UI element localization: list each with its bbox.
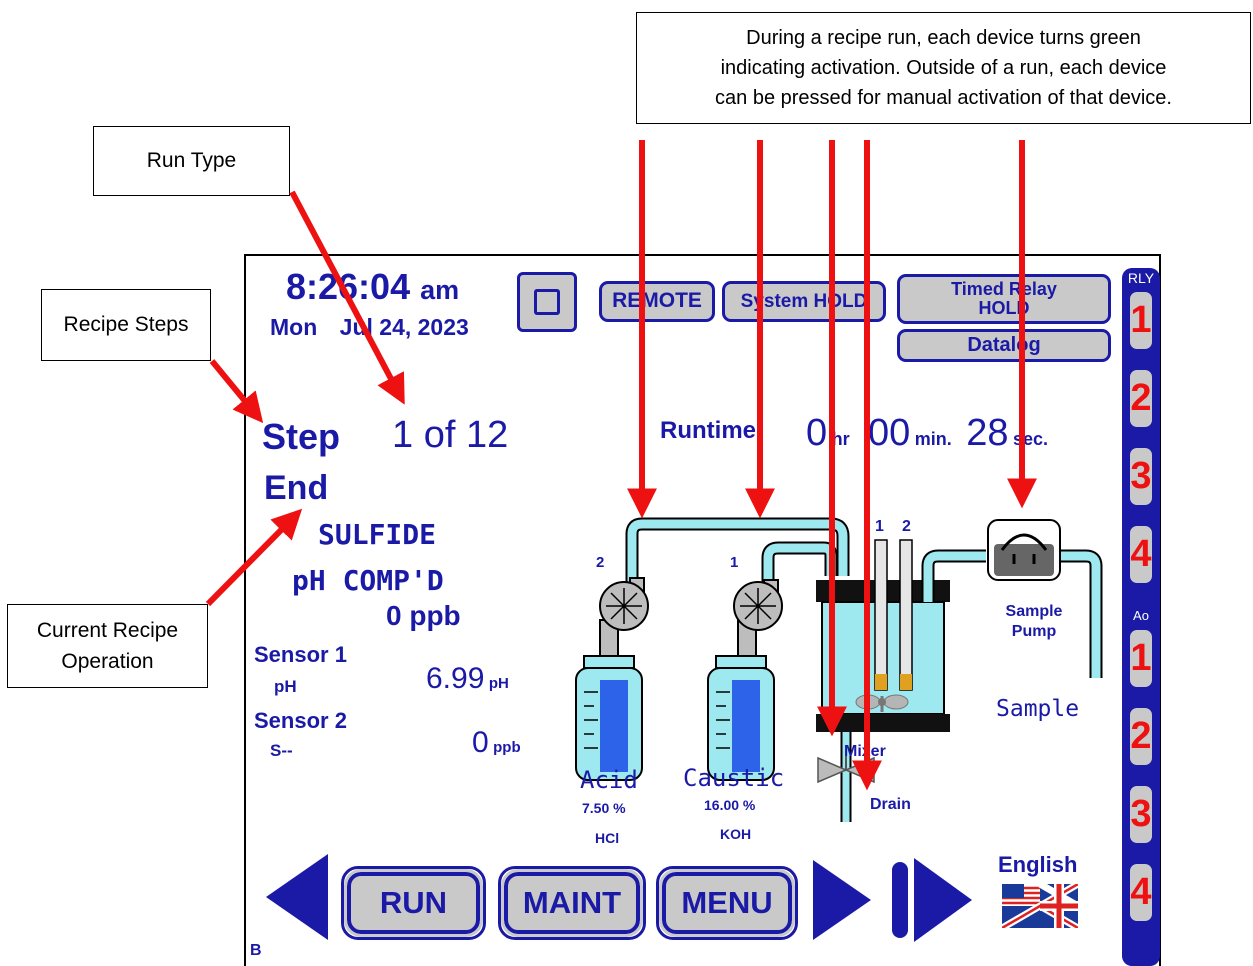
callout-current-recipe-operation: Current Recipe Operation: [7, 604, 208, 688]
operation-line-2: pH COMP'D: [292, 564, 444, 597]
rly-label: RLY: [1127, 270, 1155, 286]
clock: 8:26:04 am: [286, 266, 459, 308]
caustic-chemical: KOH: [720, 826, 752, 842]
step-label: Step: [262, 416, 341, 457]
relay-column: RLY 1 2 3 4 Ao 1 2 3 4: [1122, 268, 1160, 966]
sensor2-name: Sensor 2: [254, 708, 347, 733]
acid-bottle[interactable]: [575, 655, 643, 781]
system-hold-button[interactable]: System HOLD: [722, 281, 886, 322]
sensor1-name: Sensor 1: [254, 642, 347, 667]
ao-2-button[interactable]: 2: [1128, 706, 1154, 767]
remote-button[interactable]: REMOTE: [599, 281, 715, 322]
sensor2-type: S--: [270, 741, 293, 760]
relay-1-button[interactable]: 1: [1128, 290, 1154, 351]
menu-button[interactable]: MENU: [656, 866, 798, 940]
datalog-button[interactable]: Datalog: [897, 329, 1111, 362]
runtime-value: 0 hr 00 min. 28 sec.: [806, 412, 1049, 454]
probe-1-label: 1: [875, 518, 884, 535]
date-day: Mon: [270, 314, 318, 340]
runtime-label: Runtime: [660, 417, 756, 444]
ao-4-button[interactable]: 4: [1128, 862, 1154, 923]
sensor1-type: pH: [274, 677, 297, 696]
probe-2-label: 2: [902, 518, 911, 535]
callout-recipe-steps: Recipe Steps: [41, 289, 211, 361]
callout-run-type: Run Type: [93, 126, 290, 196]
caustic-bottle[interactable]: [707, 655, 775, 781]
ao-3-button[interactable]: 3: [1128, 784, 1154, 845]
run-button[interactable]: RUN: [341, 866, 486, 940]
callout-device-activation: During a recipe run, each device turns g…: [636, 12, 1251, 124]
stop-button[interactable]: [517, 272, 577, 332]
operation-line-3: 0 ppb: [386, 600, 461, 631]
ao-label: Ao: [1133, 608, 1149, 623]
sample-pump-label: Sample Pump: [1005, 603, 1063, 640]
relay-3-button[interactable]: 3: [1128, 446, 1154, 507]
acid-concentration: 7.50 %: [582, 800, 626, 816]
clock-ampm: am: [420, 275, 460, 305]
next-arrow-icon[interactable]: [811, 858, 873, 942]
sensor1-reading: 6.99 pH: [426, 662, 509, 695]
caustic-concentration: 16.00 %: [704, 797, 756, 813]
operation-line-1: SULFIDE: [318, 518, 437, 551]
back-arrow-icon[interactable]: [262, 852, 330, 942]
uk-flag-icon[interactable]: [1002, 884, 1078, 928]
process-diagram: [575, 517, 1103, 822]
date-value: Jul 24, 2023: [339, 314, 469, 340]
maint-button[interactable]: MAINT: [498, 866, 646, 940]
timed-relay-hold-button[interactable]: Timed Relay HOLD: [897, 274, 1111, 324]
mixer-label: Mixer: [844, 743, 886, 760]
stop-icon: [534, 289, 560, 315]
sample-label: Sample: [996, 696, 1080, 722]
relay-2-button[interactable]: 2: [1128, 368, 1154, 429]
sample-pump[interactable]: [987, 519, 1103, 678]
language-label: English: [998, 852, 1078, 877]
caustic-pump-number: 1: [730, 554, 739, 571]
acid-pump-number: 2: [596, 554, 605, 571]
run-type: End: [264, 469, 329, 507]
relay-4-button[interactable]: 4: [1128, 524, 1154, 585]
caustic-label: Caustic: [683, 764, 785, 792]
acid-chemical: HCl: [595, 830, 620, 846]
ao-1-button[interactable]: 1: [1128, 628, 1154, 689]
step-value: 1 of 12: [392, 414, 509, 456]
clock-time: 8:26:04: [286, 266, 411, 307]
sensor2-reading: 0 ppb: [472, 726, 521, 759]
controller-screen: 8:26:04 am Mon Jul 24, 2023 REMOTE Syste…: [244, 254, 1161, 966]
drain-label: Drain: [870, 796, 911, 813]
acid-label: Acid: [580, 766, 638, 794]
fast-forward-icon[interactable]: [890, 856, 974, 944]
date: Mon Jul 24, 2023: [270, 314, 469, 341]
corner-label: B: [250, 942, 262, 959]
